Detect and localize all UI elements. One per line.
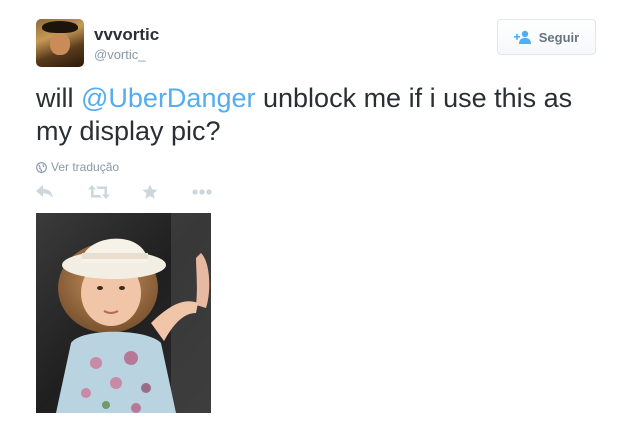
translate-link[interactable]: Ver tradução [36, 160, 119, 174]
add-user-icon [513, 30, 531, 44]
translate-label: Ver tradução [51, 160, 120, 174]
tweet-text: will @UberDanger unblock me if i use thi… [36, 82, 596, 148]
follow-button-label: Seguir [538, 29, 580, 45]
reply-icon [36, 185, 53, 198]
favorite-icon [142, 184, 158, 199]
retweet-button[interactable] [88, 182, 110, 202]
follow-button[interactable]: Seguir [497, 19, 596, 55]
tweet-photo[interactable] [36, 213, 211, 413]
reply-button[interactable] [36, 182, 54, 202]
avatar[interactable] [36, 19, 84, 67]
globe-icon [36, 161, 47, 173]
photo-image [36, 213, 211, 413]
more-icon [192, 189, 212, 195]
user-display-name[interactable]: vvvortic [94, 25, 159, 45]
retweet-icon [88, 185, 110, 199]
tweet-text-before: will [36, 83, 81, 113]
mention-link[interactable]: @UberDanger [81, 83, 256, 113]
favorite-button[interactable] [142, 182, 158, 202]
user-handle[interactable]: @vortic_ [94, 47, 146, 62]
avatar-hat [42, 21, 78, 33]
avatar-face [50, 33, 70, 55]
more-button[interactable] [192, 182, 212, 202]
